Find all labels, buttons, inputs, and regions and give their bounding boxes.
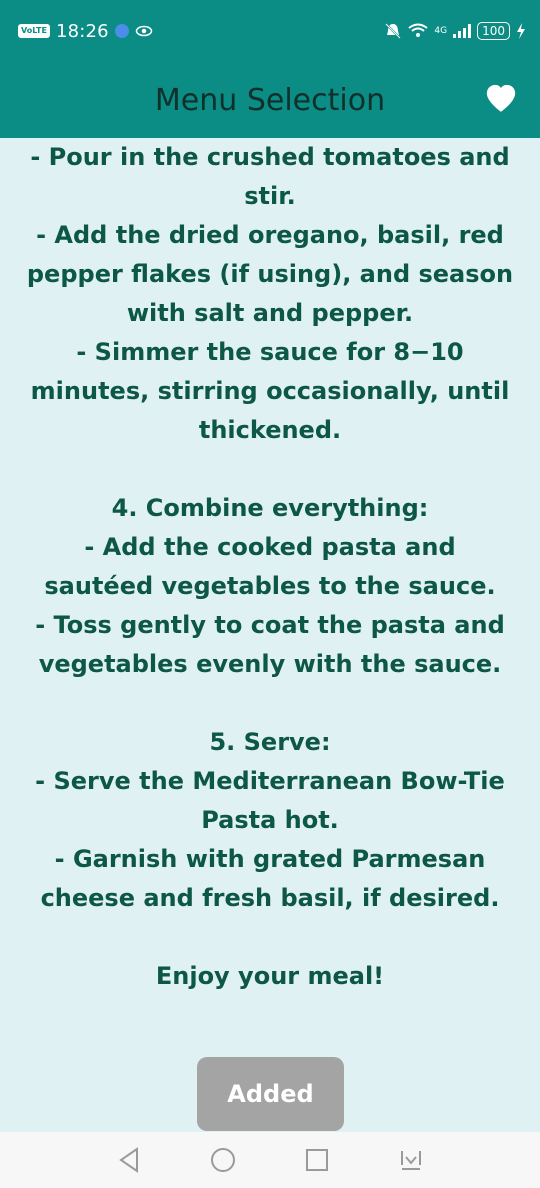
recipe-line: - Garnish with grated Parmesan bbox=[54, 845, 486, 873]
recipe-line: thickened. bbox=[198, 416, 342, 444]
recents-square-icon bbox=[306, 1149, 328, 1171]
recipe-line: - Pour in the crushed tomatoes and bbox=[30, 143, 510, 171]
recipe-line: stir. bbox=[244, 182, 296, 210]
recipe-line: 5. Serve: bbox=[209, 728, 331, 756]
heart-icon bbox=[486, 84, 516, 112]
extra-nav-button[interactable] bbox=[394, 1143, 428, 1177]
recipe-line: minutes, stirring occasionally, until bbox=[30, 377, 510, 405]
recipe-line bbox=[20, 684, 520, 723]
signal-icon bbox=[453, 24, 472, 38]
recipe-line: - Add the cooked pasta and bbox=[84, 533, 456, 561]
recipe-line: - Toss gently to coat the pasta and bbox=[35, 611, 505, 639]
home-circle-icon bbox=[211, 1148, 235, 1172]
mute-bell-icon bbox=[385, 23, 402, 39]
recipe-line: Enjoy your meal! bbox=[155, 962, 385, 990]
recipe-line: 4. Combine everything: bbox=[111, 494, 429, 522]
notification-icon bbox=[114, 24, 129, 38]
page-title: Menu Selection bbox=[154, 82, 386, 118]
status-right: 4G 100 bbox=[384, 22, 526, 40]
status-bar: VoLTE 18:26 4G 100 bbox=[0, 0, 540, 62]
navigation-bar bbox=[0, 1132, 540, 1188]
favorite-button[interactable] bbox=[484, 82, 518, 116]
status-left: VoLTE 18:26 bbox=[18, 21, 153, 42]
recipe-line: - Add the dried oregano, basil, red bbox=[36, 221, 504, 249]
added-button[interactable]: Added bbox=[197, 1057, 344, 1131]
volte-badge: VoLTE bbox=[18, 24, 50, 38]
recipe-line: Pasta hot. bbox=[201, 806, 339, 834]
recipe-line: pepper flakes (if using), and season bbox=[26, 260, 514, 288]
recipe-text: - Pour in the crushed tomatoes and stir. -… bbox=[0, 138, 540, 1058]
recents-button[interactable] bbox=[300, 1143, 334, 1177]
recipe-line: cheese and fresh basil, if desired. bbox=[40, 884, 500, 912]
recipe-line bbox=[20, 450, 520, 489]
network-type: 4G bbox=[434, 26, 448, 36]
wifi-icon bbox=[408, 23, 429, 37]
recipe-line: - Serve the Mediterranean Bow-Tie bbox=[35, 767, 505, 795]
recipe-line: - Simmer the sauce for 8−10 bbox=[76, 338, 464, 366]
recipe-line: sautéed vegetables to the sauce. bbox=[44, 572, 496, 600]
eye-icon bbox=[135, 25, 153, 37]
back-button[interactable] bbox=[112, 1143, 146, 1177]
status-time: 18:26 bbox=[55, 20, 109, 42]
battery-indicator: 100 bbox=[477, 22, 510, 40]
recipe-line bbox=[20, 918, 520, 957]
charging-icon bbox=[517, 23, 525, 39]
recipe-line: vegetables evenly with the sauce. bbox=[38, 650, 502, 678]
back-triangle-icon bbox=[119, 1147, 138, 1173]
app-bar: Menu Selection bbox=[0, 62, 540, 138]
home-button[interactable] bbox=[206, 1143, 240, 1177]
recipe-line: with salt and pepper. bbox=[126, 299, 414, 327]
download-icon bbox=[401, 1151, 421, 1170]
